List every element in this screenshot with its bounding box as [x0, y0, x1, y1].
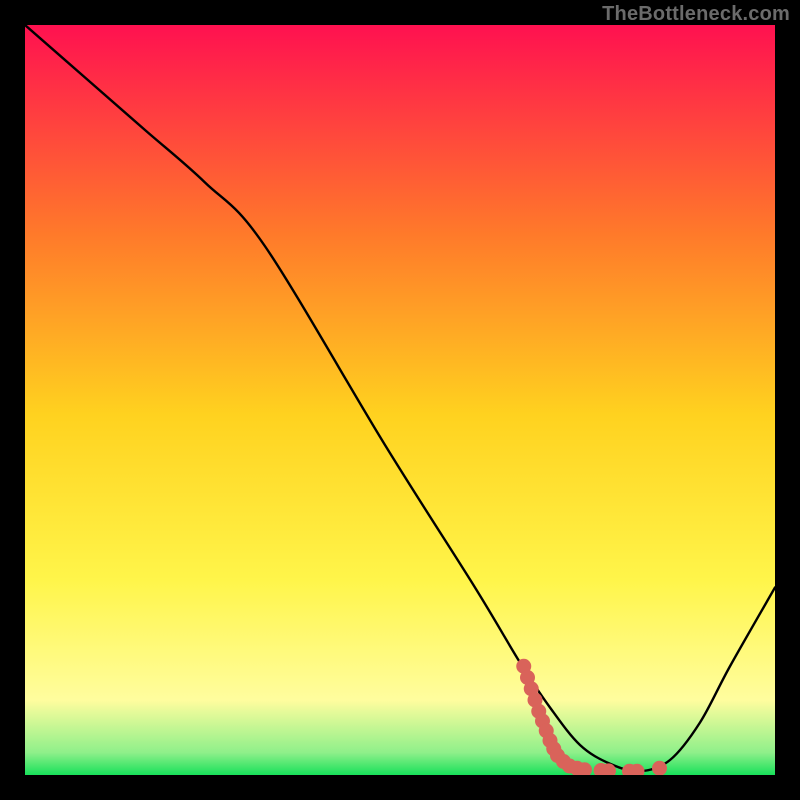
- chart-frame: TheBottleneck.com: [0, 0, 800, 800]
- watermark-text: TheBottleneck.com: [602, 3, 790, 26]
- chart-svg: [25, 25, 775, 775]
- gradient-background: [25, 25, 775, 775]
- chart-plot-area: [25, 25, 775, 775]
